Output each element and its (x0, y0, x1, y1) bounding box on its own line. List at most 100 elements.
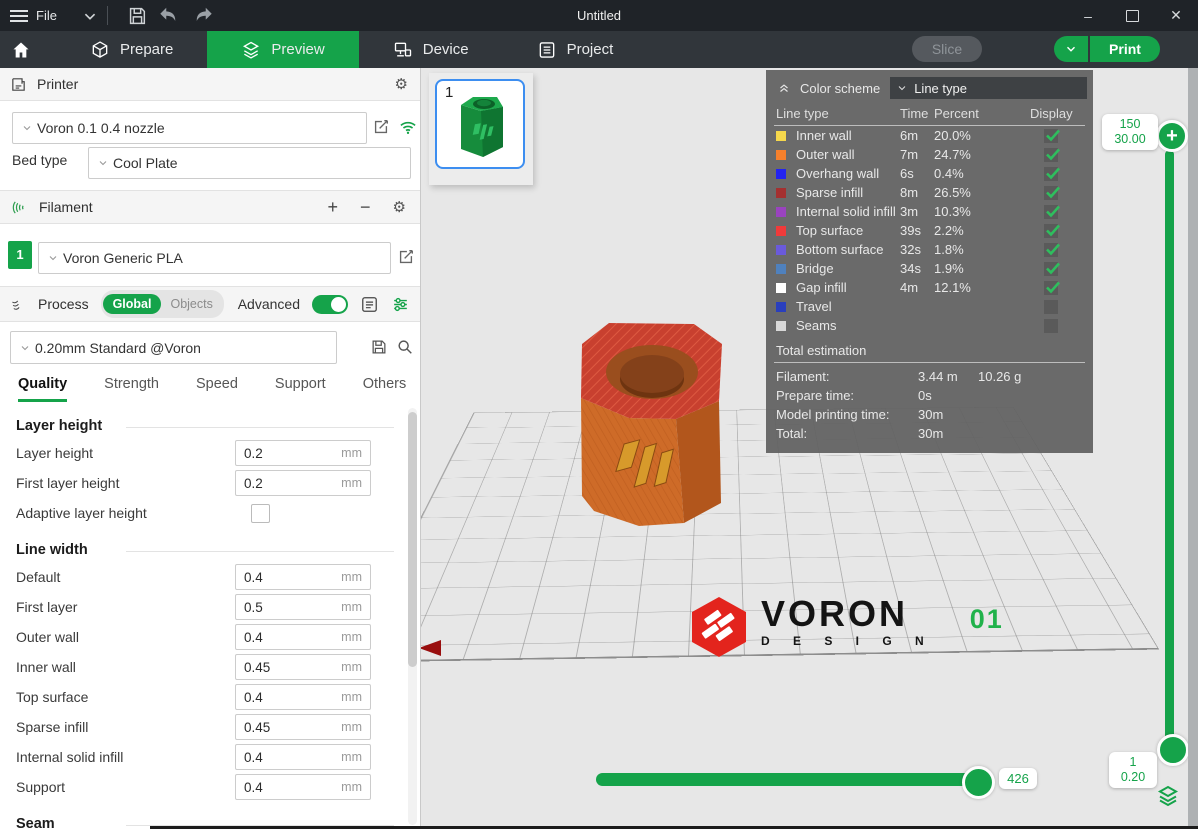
tune-icon[interactable] (391, 295, 410, 314)
setting-row: Sparse infill0.45mm (16, 712, 404, 742)
sliced-model[interactable] (564, 306, 746, 532)
slice-button[interactable]: Slice (912, 36, 982, 62)
close-button[interactable]: ✕ (1154, 0, 1198, 31)
settings-scrollbar-thumb[interactable] (408, 412, 417, 667)
layers-icon[interactable] (1155, 784, 1181, 808)
tab-preview[interactable]: Preview (207, 31, 358, 68)
global-objects-toggle[interactable]: Global Objects (101, 290, 224, 318)
setting-row: Top surface0.4mm (16, 682, 404, 712)
filament-preset-select[interactable]: Voron Generic PLA (38, 242, 391, 274)
layer-slider-track[interactable] (1165, 150, 1174, 748)
bed-type-select[interactable]: Cool Plate (88, 147, 411, 179)
advanced-toggle[interactable] (312, 295, 348, 314)
prepare-icon (90, 40, 110, 60)
remove-filament-button[interactable]: − (360, 197, 371, 218)
settings-group-title: Layer height (16, 418, 394, 434)
chevron-down-icon (1064, 42, 1078, 56)
tab-prepare[interactable]: Prepare (56, 31, 207, 68)
legend-display-checkbox[interactable] (1044, 262, 1058, 276)
global-pill[interactable]: Global (103, 294, 162, 314)
layer-slider-bottom-handle[interactable] (1157, 734, 1189, 766)
move-slider-handle[interactable] (962, 766, 995, 799)
setting-input[interactable]: 0.45mm (235, 714, 371, 740)
setting-label: First layer (16, 599, 77, 615)
edit-filament-icon[interactable] (397, 248, 415, 266)
printer-preset-select[interactable]: Voron 0.1 0.4 nozzle (12, 112, 367, 144)
3d-viewport[interactable]: VORON D E S I G N 01 1 (421, 68, 1198, 829)
tab-device[interactable]: Device (359, 31, 503, 68)
color-scheme-select[interactable]: Line type (890, 77, 1087, 99)
setting-row: First layer height 0.2mm (16, 468, 404, 498)
add-filament-button[interactable]: + (328, 197, 339, 218)
minimize-button[interactable]: – (1066, 0, 1110, 31)
parameter-list-icon[interactable] (360, 295, 379, 314)
process-tab-quality[interactable]: Quality (18, 372, 67, 402)
legend-col-header: Line type (776, 106, 900, 121)
tab-project[interactable]: Project (503, 31, 648, 68)
setting-input[interactable]: 0.2mm (235, 470, 371, 496)
move-slider-track[interactable] (596, 773, 992, 786)
collapse-icon[interactable] (776, 81, 792, 95)
layer-slider-top-handle[interactable]: + (1156, 120, 1188, 152)
legend-color-chip (776, 283, 786, 293)
total-value: 0s (918, 388, 978, 403)
home-button[interactable] (8, 37, 34, 63)
legend-color-chip (776, 245, 786, 255)
legend-display-checkbox[interactable] (1044, 205, 1058, 219)
filament-settings-gear-icon[interactable]: ⚙ (393, 198, 406, 216)
legend-display-checkbox[interactable] (1044, 148, 1058, 162)
edit-printer-icon[interactable] (372, 118, 390, 136)
maximize-button[interactable] (1110, 0, 1154, 31)
process-tab-strength[interactable]: Strength (104, 372, 159, 402)
printer-settings-gear-icon[interactable]: ⚙ (395, 75, 408, 93)
total-label: Prepare time: (776, 388, 918, 403)
process-preset-select[interactable]: 0.20mm Standard @Voron (10, 331, 337, 364)
legend-display-checkbox[interactable] (1044, 224, 1058, 238)
legend-display-checkbox[interactable] (1044, 167, 1058, 181)
save-preset-icon[interactable] (370, 338, 388, 356)
total-row: Model printing time:30m (766, 405, 1093, 424)
process-section-header: Process Global Objects Advanced (0, 286, 420, 322)
setting-input[interactable]: 0.5mm (235, 594, 371, 620)
process-tab-others[interactable]: Others (363, 372, 407, 402)
setting-value: 0.2 (244, 476, 263, 491)
setting-checkbox[interactable] (251, 504, 270, 523)
search-preset-icon[interactable] (396, 338, 414, 356)
tab-label: Preview (271, 41, 324, 58)
legend-display-checkbox[interactable] (1044, 319, 1058, 333)
legend-display-checkbox[interactable] (1044, 281, 1058, 295)
plate-thumbnail-card[interactable]: 1 (429, 73, 533, 185)
process-tab-support[interactable]: Support (275, 372, 326, 402)
total-value: 3.44 m (918, 369, 978, 384)
printer-section-title: Printer (37, 76, 78, 92)
setting-input[interactable]: 0.4mm (235, 744, 371, 770)
legend-line-type: Internal solid infill (796, 204, 900, 219)
setting-input[interactable]: 0.2mm (235, 440, 371, 466)
setting-input[interactable]: 0.45mm (235, 654, 371, 680)
setting-input[interactable]: 0.4mm (235, 684, 371, 710)
process-tab-speed[interactable]: Speed (196, 372, 238, 402)
advanced-label: Advanced (238, 296, 300, 312)
print-dropdown-button[interactable] (1054, 36, 1088, 62)
setting-input[interactable]: 0.4mm (235, 624, 371, 650)
tab-label: Project (567, 41, 614, 58)
legend-display-checkbox[interactable] (1044, 129, 1058, 143)
setting-unit: mm (341, 660, 362, 674)
filament-slot-badge[interactable]: 1 (8, 241, 32, 269)
print-button[interactable]: Print (1090, 36, 1160, 62)
legend-display-checkbox[interactable] (1044, 186, 1058, 200)
legend-display-checkbox[interactable] (1044, 243, 1058, 257)
setting-value: 0.45 (244, 720, 270, 735)
plate-thumbnail[interactable]: 1 (435, 79, 525, 169)
wifi-icon[interactable] (398, 117, 418, 137)
objects-pill[interactable]: Objects (161, 297, 221, 311)
setting-input[interactable]: 0.4mm (235, 564, 371, 590)
window-title: Untitled (0, 0, 1198, 31)
setting-label: First layer height (16, 475, 119, 491)
legend-percent: 0.4% (934, 166, 1030, 181)
setting-input[interactable]: 0.4mm (235, 774, 371, 800)
legend-col-header: Time (900, 106, 934, 121)
legend-display-checkbox[interactable] (1044, 300, 1058, 314)
tab-label: Prepare (120, 41, 173, 58)
total-label: Total: (776, 426, 918, 441)
